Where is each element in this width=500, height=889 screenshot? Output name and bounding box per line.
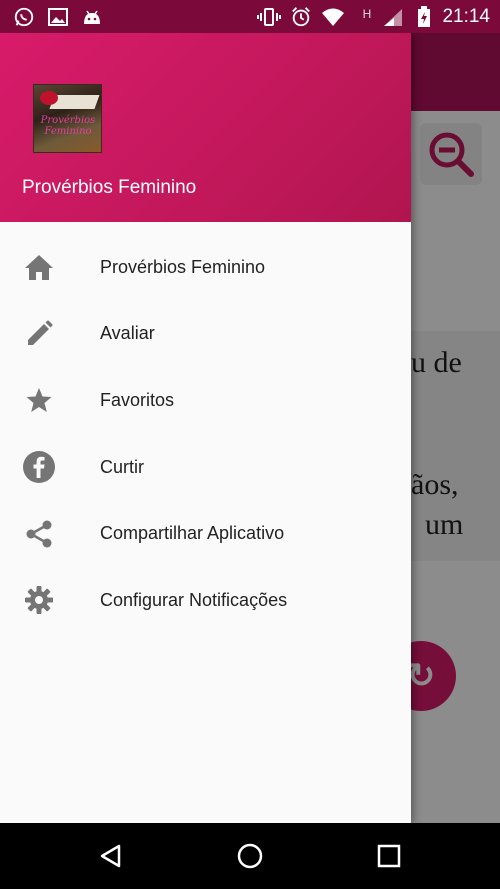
share-icon — [22, 517, 56, 551]
drawer-title: Provérbios Feminino — [22, 177, 197, 198]
home-icon — [22, 250, 56, 284]
network-type-label: H — [362, 7, 372, 21]
whatsapp-icon — [12, 5, 36, 29]
system-nav-bar — [0, 823, 500, 889]
menu-item-label: Curtir — [100, 456, 144, 477]
menu-item-label: Configurar Notificações — [100, 589, 288, 610]
menu-item-favoritos[interactable]: Favoritos — [0, 367, 411, 434]
menu-item-curtir[interactable]: Curtir — [0, 434, 411, 501]
app-logo: Provérbios Feminino — [33, 84, 102, 153]
menu-item-label: Compartilhar Aplicativo — [100, 523, 285, 544]
facebook-icon — [22, 450, 56, 484]
menu-item-proverbios[interactable]: Provérbios Feminino — [0, 234, 411, 301]
alarm-icon — [289, 5, 313, 29]
wifi-icon — [321, 5, 345, 29]
star-icon — [22, 383, 56, 417]
clock: 21:14 — [442, 6, 490, 27]
menu-item-notificacoes[interactable]: Configurar Notificações — [0, 567, 411, 634]
recents-icon[interactable] — [374, 841, 404, 871]
status-bar: H 21:14 — [0, 0, 500, 33]
pencil-icon — [22, 317, 56, 351]
menu-item-label: Favoritos — [100, 389, 175, 410]
menu-item-label: Provérbios Feminino — [100, 256, 266, 277]
vibrate-icon — [257, 5, 281, 29]
menu-item-label: Avaliar — [100, 323, 155, 344]
drawer-header: Provérbios Feminino Provérbios Feminino — [0, 33, 411, 222]
menu-item-avaliar[interactable]: Avaliar — [0, 301, 411, 368]
logo-text: Provérbios Feminino — [40, 115, 96, 137]
menu-item-compartilhar[interactable]: Compartilhar Aplicativo — [0, 500, 411, 567]
back-icon[interactable] — [96, 841, 126, 871]
gear-icon — [22, 583, 56, 617]
android-icon — [80, 5, 104, 29]
drawer-menu: Provérbios Feminino Avaliar Favoritos Cu… — [0, 234, 411, 634]
battery-charging-icon — [412, 5, 436, 29]
image-icon — [46, 5, 70, 29]
signal-icon — [381, 5, 405, 29]
navigation-drawer: Provérbios Feminino Provérbios Feminino … — [0, 33, 411, 823]
home-circle-icon[interactable] — [235, 841, 265, 871]
